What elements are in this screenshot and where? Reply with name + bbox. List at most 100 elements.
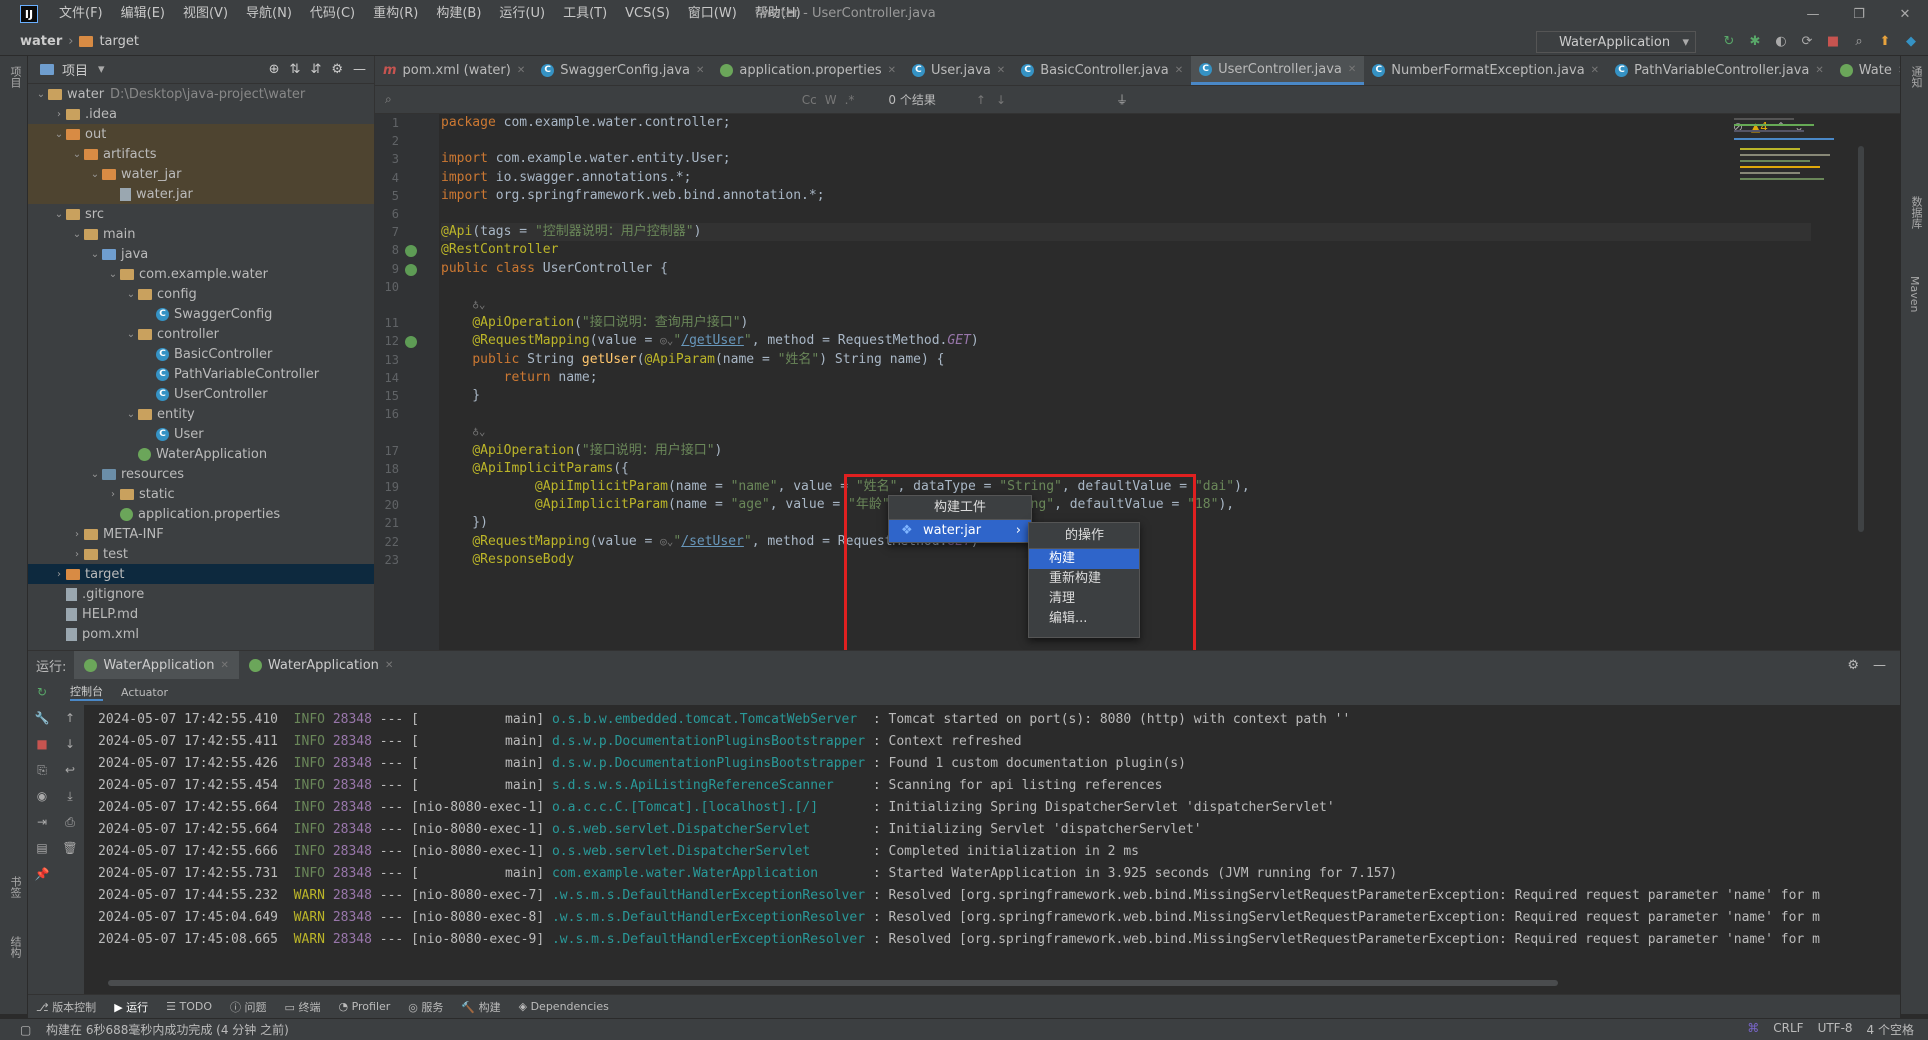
menu-item-5[interactable]: 重构(R) (364, 0, 427, 28)
tree-node[interactable]: water.jar (28, 184, 374, 204)
code-line[interactable]: import io.swagger.annotations.*; (441, 169, 691, 187)
action-clean[interactable]: 清理 (1029, 589, 1139, 609)
expand-arrow-icon[interactable]: › (70, 549, 84, 560)
expand-arrow-icon[interactable]: ⌄ (34, 89, 48, 100)
run-config-selector[interactable]: WaterApplication ▾ (1536, 31, 1696, 53)
hide-icon[interactable]: — (1873, 658, 1886, 673)
code-minimap[interactable] (1734, 114, 1844, 224)
restore-icon[interactable]: ❐ (1836, 0, 1882, 28)
trash-icon[interactable]: 🗑 (56, 835, 84, 861)
collapse-all-icon[interactable]: ⇵ (310, 62, 321, 77)
console-output[interactable]: 2024-05-07 17:42:55.410 INFO 28348 --- [… (98, 709, 1840, 951)
run-tab-0[interactable]: WaterApplication ✕ (74, 651, 239, 679)
rerun-icon[interactable]: ↻ (1720, 32, 1738, 50)
tool-label-bookmarks[interactable]: 书签 (7, 876, 23, 898)
code-line[interactable]: } (441, 387, 480, 405)
expand-arrow-icon[interactable]: ⌄ (124, 289, 138, 300)
tree-node[interactable]: pom.xml (28, 624, 374, 644)
tree-node[interactable]: C UserController (28, 384, 374, 404)
tree-node[interactable]: HELP.md (28, 604, 374, 624)
regex-icon[interactable]: .* (845, 93, 855, 107)
editor-tab[interactable]: C UserController.java ✕ (1191, 56, 1365, 85)
gear-icon[interactable]: ⚙ (331, 62, 343, 77)
bottom-tab[interactable]: ☰ TODO (166, 1000, 212, 1013)
tree-node[interactable]: C User (28, 424, 374, 444)
close-window-icon[interactable]: ✕ (1882, 0, 1928, 28)
tree-node[interactable]: C SwaggerConfig (28, 304, 374, 324)
log-line[interactable]: 2024-05-07 17:42:55.666 INFO 28348 --- [… (98, 841, 1840, 863)
bottom-tab[interactable]: ⎇ 版本控制 (36, 999, 96, 1015)
action-rebuild[interactable]: 重新构建 (1029, 569, 1139, 589)
expand-arrow-icon[interactable]: › (52, 109, 66, 120)
tree-node[interactable]: ⌄ entity (28, 404, 374, 424)
hide-icon[interactable]: — (353, 62, 366, 77)
tree-node[interactable]: ⌄ out (28, 124, 374, 144)
line-separator[interactable]: CRLF (1773, 1021, 1803, 1038)
expand-arrow-icon[interactable]: ⌄ (70, 229, 84, 240)
spring-bean-gutter-icon[interactable] (405, 263, 417, 276)
filter-icon[interactable]: ⏚ (1116, 91, 1128, 108)
menu-item-1[interactable]: 编辑(E) (112, 0, 174, 28)
tree-node[interactable]: ⌄ src (28, 204, 374, 224)
tree-node[interactable]: ⌄ water D:\Desktop\java-project\water (28, 84, 374, 104)
tree-node[interactable]: ⌄ main (28, 224, 374, 244)
close-tab-icon[interactable]: ✕ (997, 65, 1005, 76)
editor-tab[interactable]: m pom.xml (water) ✕ (375, 56, 533, 85)
expand-arrow-icon[interactable]: ⌄ (52, 129, 66, 140)
breadcrumb-target[interactable]: target (99, 34, 139, 49)
log-line[interactable]: 2024-05-07 17:42:55.664 INFO 28348 --- [… (98, 819, 1840, 841)
close-tab-icon[interactable]: ✕ (1898, 65, 1900, 76)
tree-node[interactable]: WaterApplication (28, 444, 374, 464)
tree-node[interactable]: ⌄ resources (28, 464, 374, 484)
console-hscrollbar[interactable] (108, 980, 1558, 986)
stop-icon[interactable]: ■ (1824, 32, 1842, 50)
editor-tab[interactable]: C PathVariableController.java ✕ (1607, 56, 1832, 85)
close-tab-icon[interactable]: ✕ (696, 65, 704, 76)
tree-node[interactable]: ⌄ artifacts (28, 144, 374, 164)
code-line[interactable]: }) (441, 514, 488, 532)
log-line[interactable]: 2024-05-07 17:42:55.664 INFO 28348 --- [… (98, 797, 1840, 819)
code-line[interactable]: import org.springframework.web.bind.anno… (441, 187, 825, 205)
tree-node[interactable]: ⌄ controller (28, 324, 374, 344)
expand-all-icon[interactable]: ⇅ (290, 62, 301, 77)
expand-arrow-icon[interactable]: ⌄ (106, 269, 120, 280)
tree-node[interactable]: › META-INF (28, 524, 374, 544)
close-icon[interactable]: ✕ (220, 660, 228, 671)
tree-node[interactable]: › .idea (28, 104, 374, 124)
expand-arrow-icon[interactable]: ⌄ (124, 409, 138, 420)
code-line[interactable]: package com.example.water.controller; (441, 114, 731, 132)
restore-layout-icon[interactable]: ⎘ (28, 757, 56, 783)
menu-item-8[interactable]: 工具(T) (554, 0, 616, 28)
code-line[interactable]: public String getUser(@ApiParam(name = "… (441, 351, 944, 369)
tree-node[interactable]: ⌄ com.example.water (28, 264, 374, 284)
code-line[interactable]: @ApiImplicitParams({ (441, 460, 629, 478)
bottom-tab[interactable]: 🔨 构建 (461, 999, 500, 1015)
menu-item-10[interactable]: 窗口(W) (679, 0, 746, 28)
search-everywhere-icon[interactable]: ⌕ (1850, 32, 1868, 50)
project-panel-title[interactable]: 项目 (62, 60, 88, 79)
bottom-tab[interactable]: ⓘ 问题 (230, 999, 267, 1015)
log-line[interactable]: 2024-05-07 17:44:55.232 WARN 28348 --- [… (98, 885, 1840, 907)
log-line[interactable]: 2024-05-07 17:42:55.731 INFO 28348 --- [… (98, 863, 1840, 885)
close-tab-icon[interactable]: ✕ (1348, 64, 1356, 75)
tool-label-notifications[interactable]: 通知 (1908, 66, 1924, 88)
tree-node[interactable]: C PathVariableController (28, 364, 374, 384)
log-line[interactable]: 2024-05-07 17:45:08.665 WARN 28348 --- [… (98, 929, 1840, 951)
expand-arrow-icon[interactable]: › (106, 489, 120, 500)
pin-icon[interactable]: 📌 (28, 861, 56, 887)
tool-label-database[interactable]: 数据库 (1908, 196, 1924, 229)
chevron-down-icon[interactable]: ▾ (98, 62, 105, 77)
expand-arrow-icon[interactable]: ⌄ (52, 209, 66, 220)
tool-label-structure[interactable]: 结构 (7, 936, 23, 958)
bottom-tab[interactable]: ◔ Profiler (338, 1000, 390, 1013)
spring-bean-gutter-icon[interactable] (405, 336, 417, 349)
debug-icon[interactable]: ✱ (1746, 32, 1764, 50)
tree-node[interactable]: ⌄ config (28, 284, 374, 304)
artifact-item-water-jar[interactable]: ❖ water:jar › (889, 520, 1031, 542)
code-line[interactable]: @Api(tags = "控制器说明：用户控制器") (441, 223, 1811, 242)
editor-tab[interactable]: application.properties ✕ (712, 56, 904, 85)
editor-tab[interactable]: C NumberFormatException.java ✕ (1364, 56, 1607, 85)
close-tab-icon[interactable]: ✕ (1175, 65, 1183, 76)
prev-match-icon[interactable]: ↑ (976, 93, 986, 107)
menu-item-4[interactable]: 代码(C) (301, 0, 364, 28)
